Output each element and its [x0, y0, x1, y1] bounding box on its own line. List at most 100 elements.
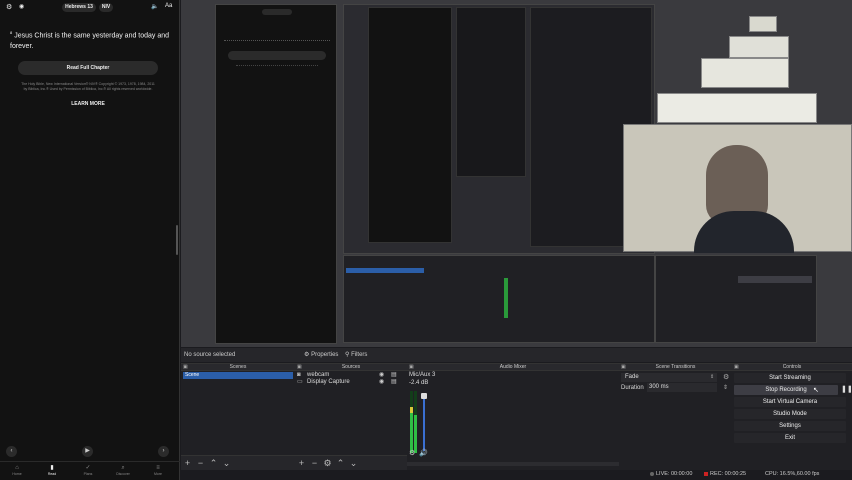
cursor-icon: ↖	[813, 387, 819, 394]
app-top-bar: ⚙ ◉ Hebrews 13 NIV 🔈 Aa	[0, 0, 180, 14]
audio-mixer-dock: ▣ Audio Mixer Mic/Aux 3 -2.4 dB ⚙ 🔊	[407, 363, 619, 470]
gear-icon: ⚙	[304, 352, 310, 358]
monitor-icon: ▭	[297, 379, 303, 385]
preview-phone-capture	[215, 4, 337, 344]
dock-icon: ▣	[183, 364, 188, 370]
duration-input[interactable]: 300 ms	[647, 383, 717, 392]
scene-transitions-header: ▣ Scene Transitions	[619, 364, 732, 371]
webcam-feed	[623, 124, 852, 253]
text-size-button[interactable]: Aa	[165, 3, 172, 9]
source-toolbar: No source selected ⚙ Properties ⚲ Filter…	[181, 348, 852, 362]
verse-text: Jesus Christ is the same yesterday and t…	[10, 32, 170, 51]
nav-discover[interactable]: ⌕ Discover	[113, 465, 133, 476]
mixer-scrollbar[interactable]	[407, 462, 619, 466]
read-full-chapter-button[interactable]: Read Full Chapter	[18, 61, 158, 75]
check-icon: ✓	[85, 465, 91, 471]
volume-slider[interactable]	[423, 393, 425, 451]
source-item[interactable]: ◙ webcam ◉ ▤	[297, 372, 403, 379]
status-bar: LIVE: 00:00:00 REC: 00:00:25 CPU: 16.5%,…	[620, 470, 852, 480]
add-icon[interactable]: +	[181, 456, 194, 471]
dock-icon: ▣	[297, 364, 302, 370]
previous-chapter-button[interactable]: ‹	[6, 446, 17, 457]
settings-button[interactable]: Settings	[734, 421, 846, 431]
dock-icon: ▣	[621, 364, 626, 370]
menu-icon: ≡	[156, 465, 160, 471]
verse-number: 8	[10, 30, 13, 35]
mixer-db-value: -2.4 dB	[409, 380, 429, 386]
nav-home[interactable]: ⌂ Home	[7, 465, 27, 476]
transition-select[interactable]: Fade	[621, 373, 717, 382]
live-icon	[650, 471, 654, 476]
book-chapter-pill[interactable]: Hebrews 13	[62, 3, 96, 12]
lock-icon[interactable]: ▤	[391, 372, 397, 379]
compass-icon[interactable]: ◉	[19, 3, 24, 10]
learn-more-link[interactable]: LEARN MORE	[0, 101, 176, 107]
properties-tab[interactable]: ⚙ Properties	[304, 351, 338, 358]
preview-nested-1	[343, 4, 655, 254]
dock-icon: ▣	[734, 364, 739, 370]
no-source-label: No source selected	[184, 352, 236, 358]
nav-read[interactable]: ▮ Read	[42, 465, 62, 476]
dock-icon: ▣	[409, 364, 414, 370]
exit-button[interactable]: Exit	[734, 433, 846, 443]
sources-dock-header: ▣ Sources	[295, 364, 407, 371]
preview-nested-docks	[343, 255, 655, 343]
nav-plans[interactable]: ✓ Plans	[78, 465, 98, 476]
controls-header: ▣ Controls	[732, 364, 852, 371]
preview-nested-controls	[655, 255, 817, 343]
move-down-icon[interactable]: ⌄	[347, 456, 360, 471]
move-up-icon[interactable]: ⌃	[207, 456, 220, 471]
volume-meter-right	[414, 391, 417, 453]
pause-icon[interactable]: ❚❚	[841, 385, 852, 393]
mixer-channel-name: Mic/Aux 3	[409, 372, 436, 378]
remove-icon[interactable]: −	[308, 456, 321, 471]
sources-toolbar: + − ⚙ ⌃ ⌄	[295, 455, 407, 470]
lock-icon[interactable]: ▤	[391, 379, 397, 386]
audio-icon[interactable]: 🔈	[151, 3, 158, 10]
record-icon	[704, 471, 708, 476]
eye-icon[interactable]: ◉	[379, 379, 384, 386]
settings-icon[interactable]: ⚙	[6, 3, 12, 11]
eye-icon[interactable]: ◉	[379, 372, 384, 379]
gear-icon[interactable]: ⚙	[723, 373, 729, 381]
duration-label: Duration	[621, 385, 644, 391]
chevron-updown-icon[interactable]: ⇕	[710, 374, 714, 380]
scenes-dock-header: ▣ Scenes	[181, 364, 295, 371]
scene-item[interactable]: Scene	[183, 372, 293, 379]
remove-icon[interactable]: −	[194, 456, 207, 471]
verse: 8 Jesus Christ is the same yesterday and…	[10, 27, 170, 52]
nav-more[interactable]: ≡ More	[148, 465, 168, 476]
add-icon[interactable]: +	[295, 456, 308, 471]
start-virtual-camera-button[interactable]: Start Virtual Camera	[734, 397, 846, 407]
source-item[interactable]: ▭ Display Capture ◉ ▤	[297, 379, 403, 386]
obs-preview[interactable]	[181, 0, 852, 347]
book-icon: ▮	[50, 465, 54, 471]
filter-icon: ⚲	[345, 352, 350, 358]
bottom-navigation: ⌂ Home ▮ Read ✓ Plans ⌕ Discover ≡ More	[0, 461, 180, 480]
scrollbar[interactable]	[176, 225, 178, 255]
search-icon: ⌕	[121, 465, 125, 471]
play-audio-button[interactable]: ▶	[82, 446, 93, 457]
rec-status: REC: 00:00:25	[704, 471, 746, 477]
cpu-status: CPU: 16.5%,60.00 fps	[765, 471, 820, 477]
scenes-toolbar: + − ⌃ ⌄	[181, 455, 295, 470]
stop-recording-button[interactable]: Stop Recording	[734, 385, 838, 395]
camera-icon: ◙	[297, 372, 301, 378]
live-status: LIVE: 00:00:00	[650, 471, 692, 477]
bible-app-panel: ⚙ ◉ Hebrews 13 NIV 🔈 Aa 8 Jesus Christ i…	[0, 0, 180, 480]
move-up-icon[interactable]: ⌃	[334, 456, 347, 471]
version-pill[interactable]: NIV	[99, 3, 113, 12]
next-chapter-button[interactable]: ›	[158, 446, 169, 457]
speaker-icon[interactable]: 🔊	[419, 449, 428, 457]
studio-mode-button[interactable]: Studio Mode	[734, 409, 846, 419]
controls-dock: ▣ Controls Start Streaming Stop Recording…	[732, 363, 852, 470]
move-down-icon[interactable]: ⌄	[220, 456, 233, 471]
mixer-gear-icon[interactable]: ⚙	[409, 449, 415, 457]
start-streaming-button[interactable]: Start Streaming	[734, 373, 846, 383]
filters-tab[interactable]: ⚲ Filters	[345, 351, 367, 358]
volume-slider-handle[interactable]	[421, 393, 427, 399]
home-icon: ⌂	[15, 465, 19, 471]
volume-meter-left	[410, 391, 413, 453]
stepper-icon[interactable]: ⇕	[723, 384, 728, 391]
gear-icon[interactable]: ⚙	[321, 456, 334, 471]
